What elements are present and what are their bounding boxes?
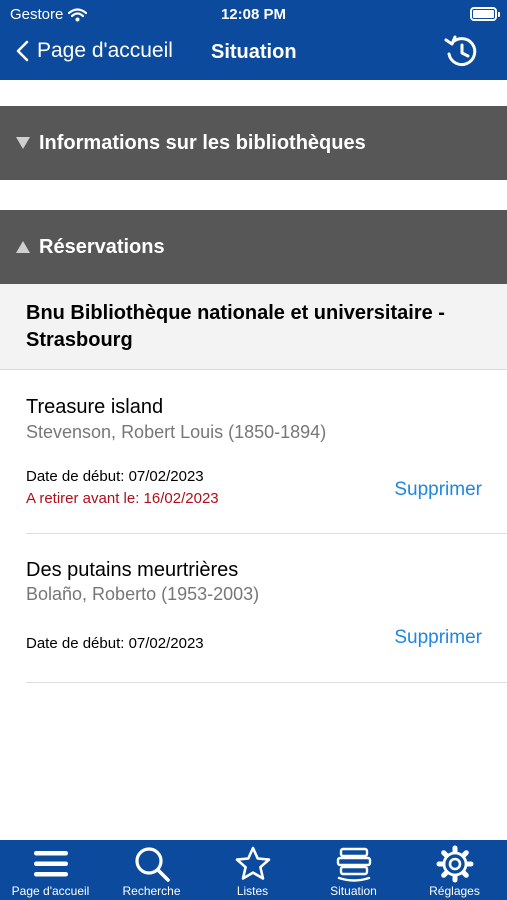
- tab-label: Situation: [330, 884, 377, 898]
- page-title: Situation: [211, 41, 297, 63]
- star-icon: [235, 846, 271, 880]
- item-pickup-deadline: A retirer avant le: 16/02/2023: [26, 490, 219, 507]
- section-label: Réservations: [39, 235, 165, 258]
- tab-bar: Page d'accueil Recherche Listes Situatio…: [0, 840, 507, 900]
- tab-label: Page d'accueil: [11, 884, 90, 898]
- reservation-item: Des putains meurtrières Bolaño, Roberto …: [26, 534, 507, 683]
- books-icon: [336, 847, 372, 882]
- library-info-section-toggle[interactable]: Informations sur les bibliothèques: [0, 106, 507, 180]
- tab-label: Listes: [236, 884, 269, 898]
- menu-icon: [34, 851, 68, 877]
- status-time: 12:08 PM: [220, 6, 287, 23]
- nav-bar: Page d'accueil Situation: [0, 30, 507, 76]
- back-button[interactable]: Page d'accueil: [16, 39, 173, 63]
- triangle-up-icon: [16, 241, 30, 253]
- battery-icon: [470, 7, 500, 21]
- gear-icon: [436, 845, 474, 883]
- search-icon: [135, 847, 170, 882]
- delete-button[interactable]: Supprimer: [394, 479, 482, 501]
- item-author: Bolaño, Roberto (1953-2003): [26, 584, 260, 604]
- reservations-section-toggle[interactable]: Réservations: [0, 210, 507, 284]
- item-title: Treasure island: [26, 396, 164, 418]
- triangle-down-icon: [16, 137, 30, 149]
- status-bar: Gestore 12:08 PM: [0, 0, 507, 30]
- tab-situation[interactable]: Situation: [303, 840, 404, 900]
- tab-lists[interactable]: Listes: [202, 840, 303, 900]
- item-title: Des putains meurtrières: [26, 559, 239, 581]
- reservation-item: Treasure island Stevenson, Robert Louis …: [26, 370, 507, 534]
- delete-button[interactable]: Supprimer: [394, 627, 482, 649]
- chevron-left-icon: [16, 40, 29, 62]
- item-start-date: Date de début: 07/02/2023: [26, 635, 204, 652]
- tab-home[interactable]: Page d'accueil: [0, 840, 101, 900]
- history-icon[interactable]: [443, 33, 481, 71]
- tab-settings[interactable]: Réglages: [404, 840, 505, 900]
- section-label: Informations sur les bibliothèques: [39, 131, 366, 154]
- tab-search[interactable]: Recherche: [101, 840, 202, 900]
- app-header: Gestore 12:08 PM Page d'accueil Situatio…: [0, 0, 507, 80]
- item-start-date: Date de début: 07/02/2023: [26, 468, 204, 485]
- back-label: Page d'accueil: [37, 39, 173, 62]
- tab-label: Recherche: [122, 884, 181, 898]
- item-author: Stevenson, Robert Louis (1850-1894): [26, 422, 327, 442]
- tab-label: Réglages: [429, 884, 480, 898]
- library-name: Bnu Bibliothèque nationale et universita…: [0, 284, 507, 370]
